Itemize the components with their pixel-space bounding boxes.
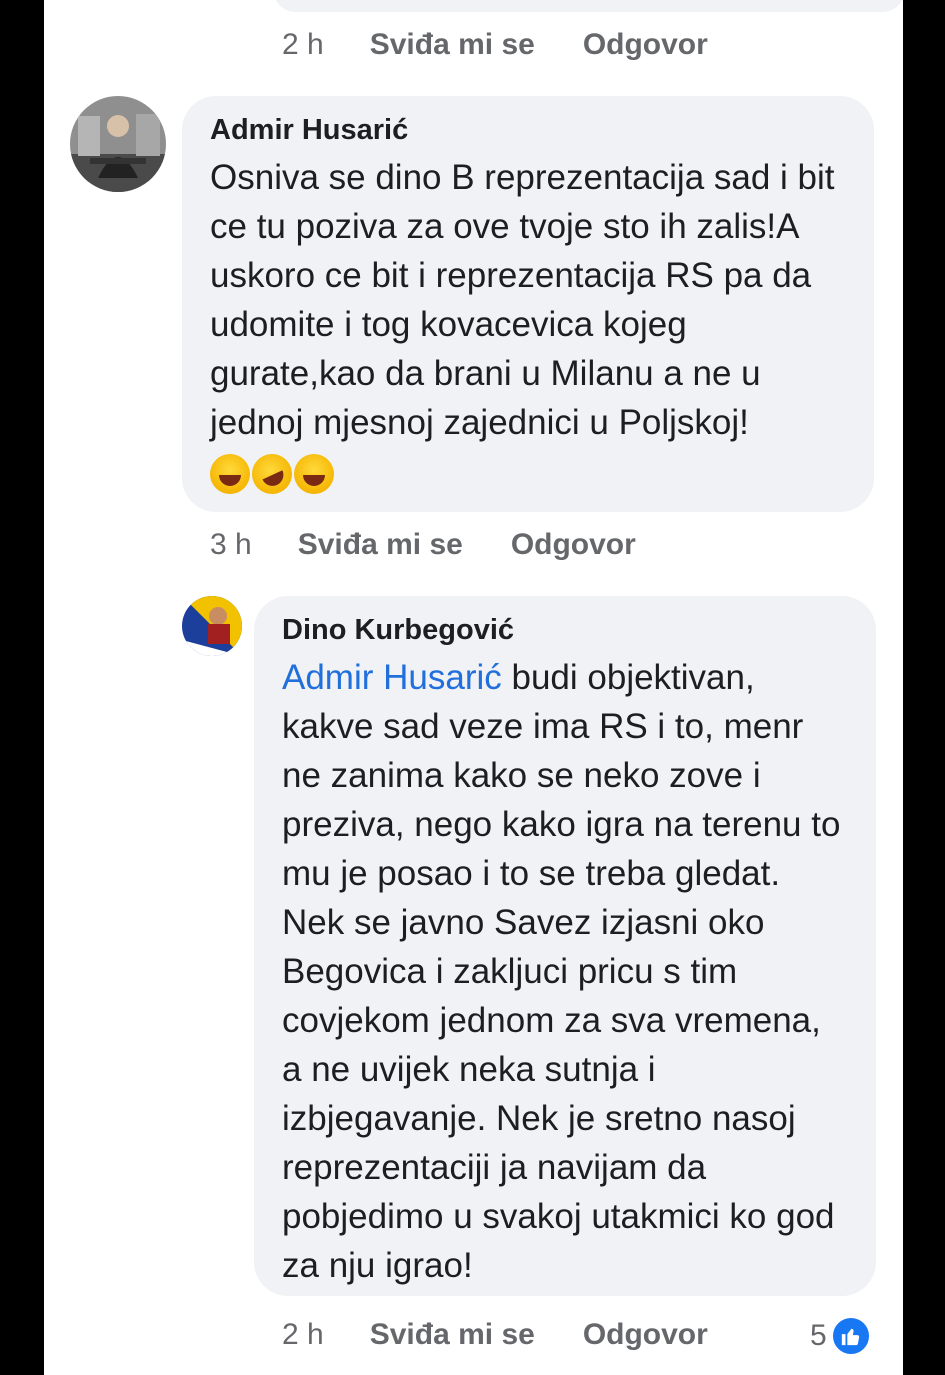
laughing-tears-emoji-icon [294,453,334,494]
reaction-count: 5 [810,1319,827,1352]
reaction-summary[interactable]: 5 [810,1316,871,1356]
comment-time: 3 h [210,528,252,561]
emoji-group [210,447,334,501]
comment-bubble-admir[interactable]: Admir Husarić Osniva se dino B reprezent… [182,96,874,512]
comment-actions-admir: 3 h Sviđa mi se Odgovor [210,528,684,562]
like-icon [830,1316,871,1356]
laughing-tears-emoji-icon [210,453,250,494]
rolling-laughing-emoji-icon [245,447,299,501]
avatar-admir[interactable] [70,96,166,192]
reply-link[interactable]: Odgovor [583,1318,708,1352]
comment-text: Admir Husarić budi objektivan, kakve sad… [282,653,848,1290]
avatar-dino[interactable] [182,596,242,656]
comment-body: budi objektivan, kakve sad veze ima RS i… [282,658,841,1285]
comment-actions-dino: 2 h Sviđa mi se Odgovor [282,1318,756,1352]
reply-link[interactable]: Odgovor [511,528,636,562]
like-link[interactable]: Sviđa mi se [370,28,535,62]
comments-page: 2 h Sviđa mi se Odgovor Admir Husarić Os… [44,0,904,1375]
reply-link[interactable]: Odgovor [583,28,708,62]
previous-comment-bubble [274,0,904,12]
comment-actions-top: 2 h Sviđa mi se Odgovor [282,28,756,62]
comment-author[interactable]: Dino Kurbegović [282,614,848,647]
like-link[interactable]: Sviđa mi se [370,1318,535,1352]
comment-time: 2 h [282,28,324,61]
mention-link[interactable]: Admir Husarić [282,658,502,697]
comment-author[interactable]: Admir Husarić [210,114,846,147]
like-link[interactable]: Sviđa mi se [298,528,463,562]
comment-body: Osniva se dino B reprezentacija sad i bi… [210,158,835,442]
avatar-photo-icon [70,96,166,192]
thumbs-up-icon [841,1328,859,1346]
comment-bubble-dino[interactable]: Dino Kurbegović Admir Husarić budi objek… [254,596,876,1296]
comment-text: Osniva se dino B reprezentacija sad i bi… [210,153,846,501]
comment-time: 2 h [282,1318,324,1351]
avatar-photo-icon [182,596,242,656]
